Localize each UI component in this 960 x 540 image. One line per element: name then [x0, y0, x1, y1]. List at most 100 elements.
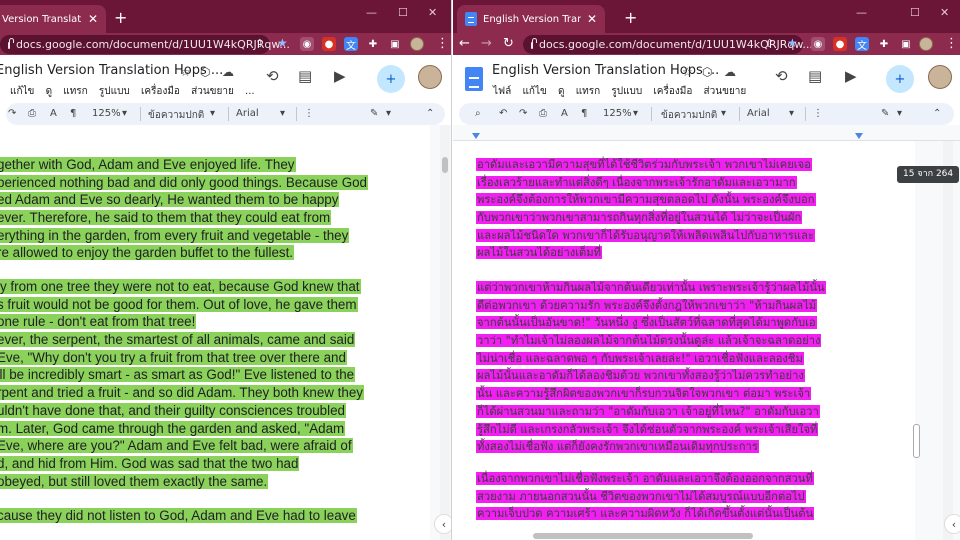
- more-options-icon[interactable]: ⋮: [813, 108, 823, 119]
- comment-icon[interactable]: ▤: [808, 67, 822, 85]
- undo-icon[interactable]: ↶: [499, 108, 507, 119]
- zoom-select[interactable]: 125%: [603, 108, 632, 119]
- paint-format-icon[interactable]: ¶: [581, 108, 587, 119]
- edit-mode-icon[interactable]: ✎: [881, 108, 889, 119]
- edit-mode-icon[interactable]: ✎: [370, 108, 378, 119]
- spellcheck-icon[interactable]: A: [561, 108, 568, 119]
- print-icon[interactable]: ⎙: [539, 108, 547, 119]
- extension-icon[interactable]: ◉: [300, 37, 314, 51]
- search-icon[interactable]: ⌕: [475, 108, 481, 119]
- bookmark-star-icon[interactable]: ★: [787, 36, 798, 50]
- menu-edit[interactable]: แก้ไข: [10, 86, 34, 97]
- menu-extensions[interactable]: ส่วนขยาย: [191, 86, 234, 97]
- dropdown-caret-icon: ▾: [280, 108, 286, 119]
- star-icon[interactable]: ☆: [682, 65, 693, 79]
- puzzle-icon[interactable]: ✚: [877, 37, 891, 51]
- omnibox[interactable]: docs.google.com/document/d/1UU1W4kQRJRqw…: [523, 35, 813, 54]
- indent-marker-icon[interactable]: [855, 133, 863, 139]
- more-menu-icon[interactable]: ⋮: [436, 36, 449, 51]
- vertical-scrollbar[interactable]: [440, 125, 450, 540]
- meet-icon[interactable]: ▶: [334, 67, 346, 85]
- reload-icon[interactable]: ↻: [503, 36, 514, 51]
- menu-tools[interactable]: เครื่องมือ: [141, 86, 180, 97]
- user-avatar[interactable]: [418, 65, 442, 89]
- close-icon[interactable]: ✕: [587, 12, 597, 26]
- comment-icon[interactable]: ▤: [298, 67, 312, 85]
- side-panel-icon[interactable]: ▣: [899, 37, 913, 51]
- menu-extensions[interactable]: ส่วนขยาย: [704, 86, 747, 97]
- collapse-toolbar-icon[interactable]: ⌃: [426, 108, 434, 119]
- print-icon[interactable]: ⎙: [28, 108, 36, 119]
- omnibox[interactable]: docs.google.com/document/d/1UU1W4kQRJRqw…: [0, 35, 290, 54]
- translate-extension-icon[interactable]: 文: [855, 37, 869, 52]
- tab-docs[interactable]: English Version Translation Hops ✕: [457, 5, 605, 33]
- document-page[interactable]: อาดัมและเอวามีความสุขที่ได้ใช้ชีวิตร่วมก…: [453, 141, 915, 540]
- meet-icon[interactable]: ▶: [845, 67, 857, 85]
- bookmark-star-icon[interactable]: ★: [277, 36, 288, 50]
- menu-format[interactable]: รูปแบบ: [99, 86, 130, 97]
- extension-icon[interactable]: ●: [833, 37, 847, 51]
- redo-icon[interactable]: ↷: [519, 108, 527, 119]
- more-menu-icon[interactable]: ⋮: [945, 36, 958, 51]
- side-panel-toggle-icon[interactable]: ‹: [434, 514, 451, 534]
- menu-edit[interactable]: แก้ไข: [522, 86, 546, 97]
- close-icon[interactable]: ✕: [88, 12, 98, 26]
- ruler[interactable]: [453, 125, 960, 141]
- profile-avatar[interactable]: [410, 37, 424, 51]
- style-select[interactable]: ข้อความปกติ: [661, 108, 717, 123]
- share-page-icon[interactable]: ⇧: [255, 37, 264, 50]
- menu-format[interactable]: รูปแบบ: [611, 86, 642, 97]
- spellcheck-icon[interactable]: A: [50, 108, 57, 119]
- menu-more[interactable]: ...: [245, 86, 255, 97]
- user-avatar[interactable]: [928, 65, 952, 89]
- indent-marker-icon[interactable]: [472, 133, 480, 139]
- scroll-drag-handle[interactable]: [913, 424, 920, 458]
- menu-tools[interactable]: เครื่องมือ: [653, 86, 692, 97]
- collapse-toolbar-icon[interactable]: ⌃: [933, 108, 941, 119]
- translate-extension-icon[interactable]: 文: [344, 37, 358, 52]
- history-icon[interactable]: ⟲: [266, 67, 279, 85]
- menu-view[interactable]: ดู: [558, 86, 565, 97]
- vertical-scrollbar[interactable]: [943, 141, 953, 540]
- new-tab-icon[interactable]: +: [624, 8, 637, 27]
- minimize-icon[interactable]: —: [856, 6, 867, 19]
- text-line: s fruit would not be good for them. Out …: [0, 296, 430, 314]
- close-window-icon[interactable]: ✕: [428, 6, 437, 19]
- new-tab-icon[interactable]: +: [114, 8, 127, 27]
- move-folder-icon[interactable]: ⬡: [702, 65, 712, 79]
- extension-icon[interactable]: ◉: [811, 37, 825, 51]
- font-select[interactable]: Arial: [236, 108, 259, 119]
- tab-docs[interactable]: Version Translation Hops ✕: [0, 5, 106, 33]
- zoom-select[interactable]: 125%: [92, 108, 121, 119]
- paint-format-icon[interactable]: ¶: [70, 108, 76, 119]
- move-folder-icon[interactable]: ⬡: [200, 65, 210, 79]
- extension-icon[interactable]: ●: [322, 37, 336, 51]
- star-icon[interactable]: ☆: [180, 65, 191, 79]
- share-button[interactable]: +: [886, 65, 914, 93]
- close-window-icon[interactable]: ✕: [940, 6, 949, 19]
- share-button[interactable]: +: [377, 65, 405, 93]
- document-page[interactable]: gether with God, Adam and Eve enjoyed li…: [0, 125, 430, 540]
- back-icon[interactable]: ←: [459, 36, 470, 51]
- horizontal-scrollbar[interactable]: [533, 533, 753, 539]
- history-icon[interactable]: ⟲: [775, 67, 788, 85]
- menu-insert[interactable]: แทรก: [576, 86, 600, 97]
- menu-view[interactable]: ดู: [46, 86, 53, 97]
- maximize-icon[interactable]: ☐: [398, 6, 408, 19]
- menu-file[interactable]: ไฟล์: [493, 86, 511, 97]
- more-options-icon[interactable]: ⋮: [304, 108, 314, 119]
- redo-icon[interactable]: ↷: [8, 108, 16, 119]
- minimize-icon[interactable]: —: [366, 6, 377, 19]
- menu-insert[interactable]: แทรก: [63, 86, 87, 97]
- style-select[interactable]: ข้อความปกติ: [148, 108, 204, 123]
- forward-icon[interactable]: →: [481, 36, 492, 51]
- docs-logo-icon[interactable]: [465, 67, 483, 91]
- side-panel-icon[interactable]: ▣: [388, 37, 402, 51]
- scrollbar-thumb[interactable]: [442, 157, 448, 173]
- share-page-icon[interactable]: ⇧: [765, 37, 774, 50]
- profile-avatar[interactable]: [919, 37, 933, 51]
- font-select[interactable]: Arial: [747, 108, 770, 119]
- side-panel-toggle-icon[interactable]: ‹: [944, 514, 960, 534]
- maximize-icon[interactable]: ☐: [910, 6, 920, 19]
- puzzle-icon[interactable]: ✚: [366, 37, 380, 51]
